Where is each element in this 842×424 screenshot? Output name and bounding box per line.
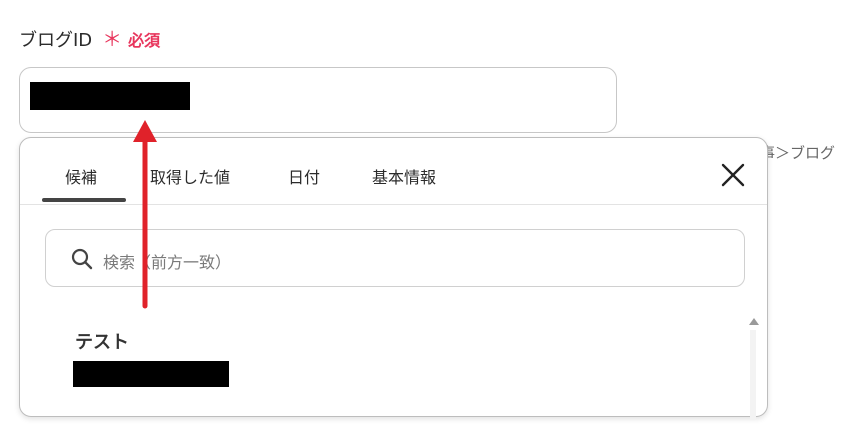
scrollbar[interactable] xyxy=(746,314,760,424)
blog-id-label: ブログID ＊ 必須 xyxy=(19,26,160,52)
background-breadcrumb-text: 事＞ブログ xyxy=(760,144,836,162)
search-icon xyxy=(70,247,94,271)
list-item-title[interactable]: テスト xyxy=(75,328,129,354)
tab-basic-info[interactable]: 基本情報 xyxy=(372,164,436,188)
required-badge: 必須 xyxy=(128,31,161,50)
scroll-up-icon[interactable] xyxy=(749,318,759,325)
picker-tabs: 候補 取得した値 日付 基本情報 xyxy=(20,138,767,205)
tab-candidates[interactable]: 候補 xyxy=(65,164,97,188)
active-tab-indicator xyxy=(42,198,126,202)
search-input[interactable]: 検索（前方一致） xyxy=(45,229,745,287)
close-icon[interactable] xyxy=(718,160,748,190)
tab-fetched-values[interactable]: 取得した値 xyxy=(150,164,230,188)
scroll-track[interactable] xyxy=(750,330,756,420)
blog-id-input[interactable] xyxy=(19,67,617,133)
redacted-list-value[interactable] xyxy=(73,361,229,387)
redacted-value xyxy=(30,82,190,110)
value-picker-popover: 候補 取得した値 日付 基本情報 検索（前方一致） テスト xyxy=(19,137,768,420)
field-label-text: ブログID xyxy=(19,30,93,51)
tab-date[interactable]: 日付 xyxy=(288,164,320,188)
search-placeholder: 検索（前方一致） xyxy=(103,253,232,272)
required-asterisk-icon: ＊ xyxy=(102,27,123,51)
